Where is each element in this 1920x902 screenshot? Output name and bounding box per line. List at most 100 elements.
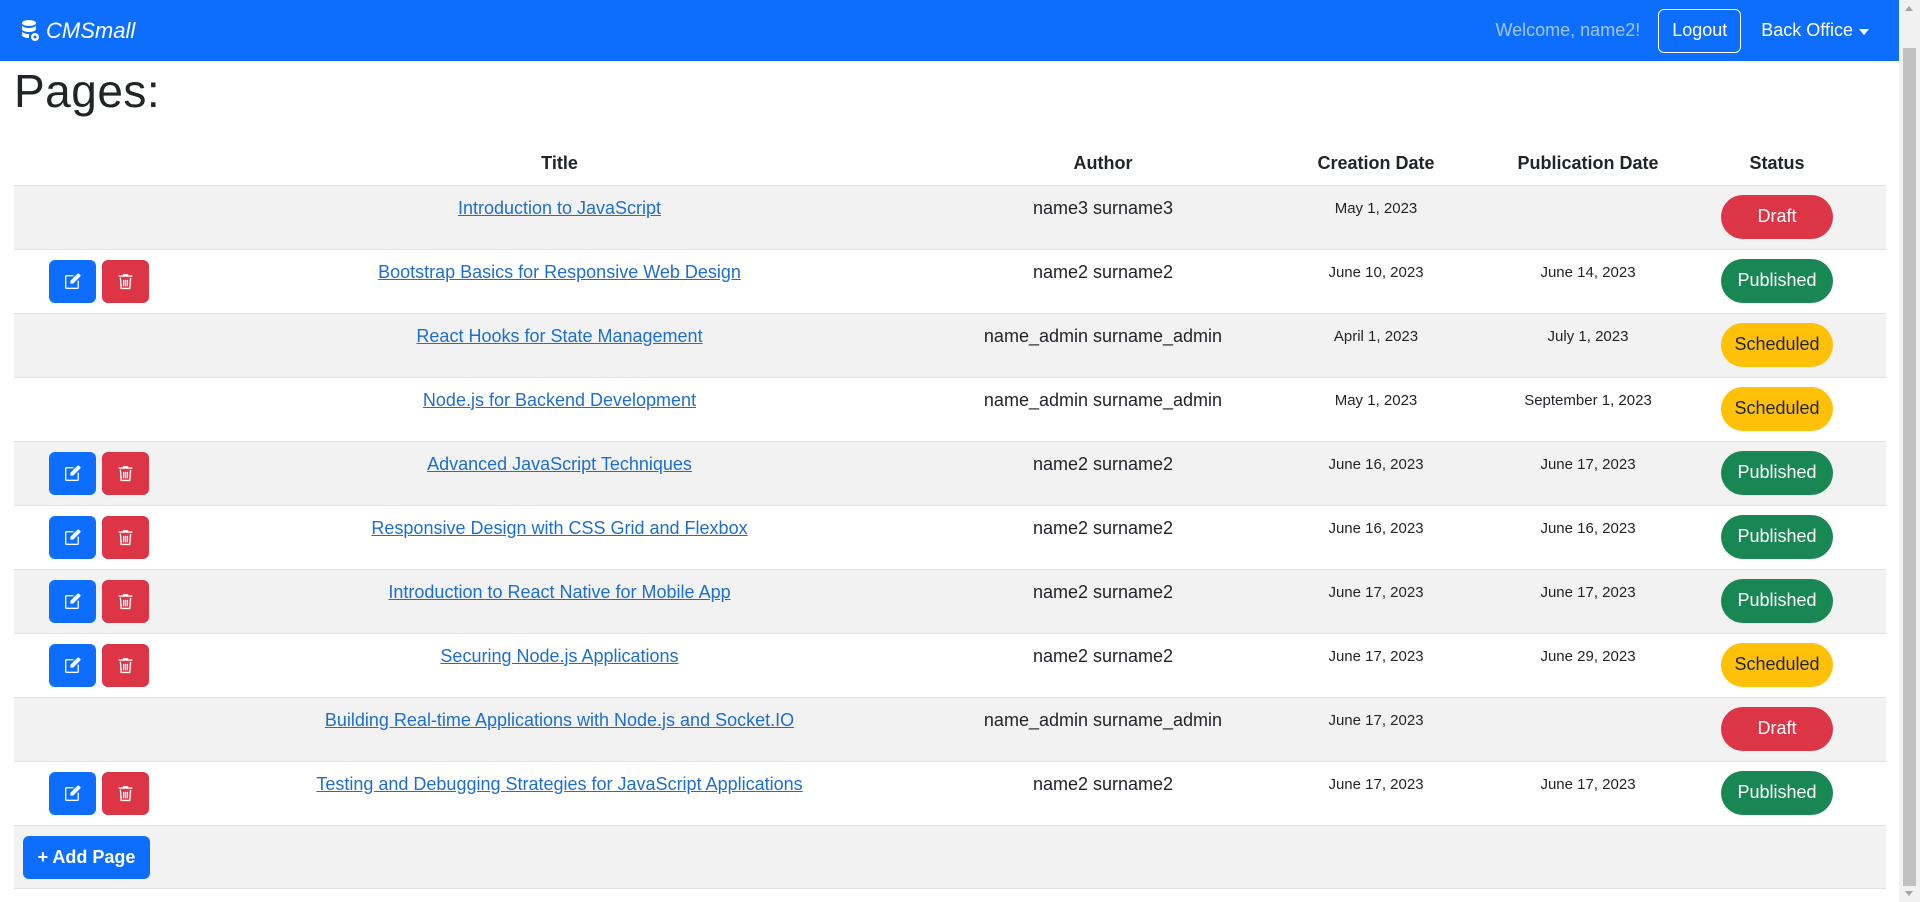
author-cell: name2 surname2 bbox=[962, 249, 1244, 314]
creation-date-text: June 17, 2023 bbox=[1328, 711, 1424, 729]
publication-date-text: July 1, 2023 bbox=[1547, 327, 1629, 345]
creation-date-cell: June 17, 2023 bbox=[1244, 761, 1508, 826]
page-title-link[interactable]: Building Real-time Applications with Nod… bbox=[325, 710, 794, 731]
title-cell: Introduction to JavaScript bbox=[157, 185, 962, 250]
row-actions bbox=[49, 259, 157, 303]
page-title-link[interactable]: Testing and Debugging Strategies for Jav… bbox=[316, 774, 802, 795]
pages-table: Title Author Creation Date Publication D… bbox=[14, 143, 1886, 889]
actions-cell bbox=[14, 313, 157, 378]
delete-page-button[interactable] bbox=[102, 515, 149, 559]
page-title-link[interactable]: Introduction to React Native for Mobile … bbox=[388, 582, 730, 603]
publication-date-cell bbox=[1508, 697, 1668, 762]
actions-cell bbox=[14, 569, 157, 634]
trash-icon bbox=[117, 273, 134, 290]
scroll-down-arrow-icon[interactable] bbox=[1905, 891, 1913, 896]
creation-date-cell: June 16, 2023 bbox=[1244, 505, 1508, 570]
creation-date-cell: June 10, 2023 bbox=[1244, 249, 1508, 314]
logout-button[interactable]: Logout bbox=[1658, 8, 1742, 53]
title-cell: Bootstrap Basics for Responsive Web Desi… bbox=[157, 249, 962, 314]
actions-cell bbox=[14, 697, 157, 762]
author-text: name2 surname2 bbox=[1032, 773, 1174, 794]
author-text: name2 surname2 bbox=[1032, 645, 1174, 666]
actions-cell bbox=[14, 633, 157, 698]
creation-date-cell: May 1, 2023 bbox=[1244, 377, 1508, 442]
status-badge: Draft bbox=[1721, 194, 1833, 239]
author-text: name2 surname2 bbox=[1032, 517, 1174, 538]
caret-down-icon bbox=[1859, 28, 1869, 35]
status-badge: Scheduled bbox=[1721, 642, 1833, 687]
creation-date-text: April 1, 2023 bbox=[1333, 327, 1419, 345]
delete-page-button[interactable] bbox=[102, 771, 149, 815]
trash-icon bbox=[117, 529, 134, 546]
status-cell: Published bbox=[1668, 249, 1886, 314]
delete-page-button[interactable] bbox=[102, 579, 149, 623]
publication-date-cell: September 1, 2023 bbox=[1508, 377, 1668, 442]
trash-icon bbox=[117, 657, 134, 674]
page-title-link[interactable]: Securing Node.js Applications bbox=[440, 646, 678, 667]
delete-page-button[interactable] bbox=[102, 259, 149, 303]
creation-date-text: June 10, 2023 bbox=[1328, 263, 1424, 281]
author-text: name2 surname2 bbox=[1032, 581, 1174, 602]
table-row: Node.js for Backend Development name_admi… bbox=[14, 377, 1886, 442]
publication-date-text: June 17, 2023 bbox=[1540, 775, 1636, 793]
status-badge: Published bbox=[1721, 770, 1833, 815]
vertical-scrollbar[interactable] bbox=[1899, 0, 1920, 902]
author-cell: name2 surname2 bbox=[962, 569, 1244, 634]
edit-page-button[interactable] bbox=[49, 451, 96, 495]
status-cell: Draft bbox=[1668, 185, 1886, 250]
page-title-link[interactable]: Node.js for Backend Development bbox=[423, 390, 696, 411]
header-publication-date: Publication Date bbox=[1508, 143, 1668, 186]
header-status: Status bbox=[1668, 143, 1886, 186]
edit-page-button[interactable] bbox=[49, 643, 96, 687]
title-cell: Building Real-time Applications with Nod… bbox=[157, 697, 962, 762]
author-cell: name2 surname2 bbox=[962, 633, 1244, 698]
row-actions bbox=[49, 579, 157, 623]
scroll-up-arrow-icon[interactable] bbox=[1905, 6, 1913, 11]
author-cell: name2 surname2 bbox=[962, 441, 1244, 506]
creation-date-cell: May 1, 2023 bbox=[1244, 185, 1508, 250]
publication-date-text: June 17, 2023 bbox=[1540, 455, 1636, 473]
table-row: React Hooks for State Management name_adm… bbox=[14, 313, 1886, 378]
status-cell: Published bbox=[1668, 505, 1886, 570]
page-title-link[interactable]: Introduction to JavaScript bbox=[458, 198, 661, 219]
actions-cell bbox=[14, 761, 157, 826]
status-cell: Published bbox=[1668, 441, 1886, 506]
brand-link[interactable]: CMSmall bbox=[20, 18, 135, 44]
back-office-dropdown[interactable]: Back Office bbox=[1761, 20, 1869, 41]
page-title-link[interactable]: React Hooks for State Management bbox=[416, 326, 702, 347]
title-cell: Testing and Debugging Strategies for Jav… bbox=[157, 761, 962, 826]
table-row: Introduction to JavaScript name3 surname3… bbox=[14, 185, 1886, 250]
delete-page-button[interactable] bbox=[102, 451, 149, 495]
edit-page-button[interactable] bbox=[49, 771, 96, 815]
creation-date-cell: June 17, 2023 bbox=[1244, 633, 1508, 698]
creation-date-cell: June 17, 2023 bbox=[1244, 569, 1508, 634]
edit-page-button[interactable] bbox=[49, 259, 96, 303]
delete-page-button[interactable] bbox=[102, 643, 149, 687]
table-footer: + Add Page bbox=[14, 825, 1886, 889]
page-title-link[interactable]: Responsive Design with CSS Grid and Flex… bbox=[371, 518, 747, 539]
edit-page-button[interactable] bbox=[49, 579, 96, 623]
title-cell: Securing Node.js Applications bbox=[157, 633, 962, 698]
author-cell: name3 surname3 bbox=[962, 185, 1244, 250]
publication-date-cell: June 29, 2023 bbox=[1508, 633, 1668, 698]
edit-page-button[interactable] bbox=[49, 515, 96, 559]
page-title-link[interactable]: Advanced JavaScript Techniques bbox=[427, 454, 692, 475]
publication-date-text: June 29, 2023 bbox=[1540, 647, 1636, 665]
add-page-button[interactable]: + Add Page bbox=[23, 835, 150, 879]
row-actions bbox=[49, 771, 157, 815]
status-badge: Scheduled bbox=[1721, 386, 1833, 431]
row-actions bbox=[49, 515, 157, 559]
publication-date-cell: June 14, 2023 bbox=[1508, 249, 1668, 314]
header-title: Title bbox=[157, 143, 962, 186]
status-cell: Draft bbox=[1668, 697, 1886, 762]
author-text: name_admin surname_admin bbox=[983, 389, 1223, 410]
author-cell: name_admin surname_admin bbox=[962, 697, 1244, 762]
row-actions bbox=[49, 643, 157, 687]
back-office-label: Back Office bbox=[1761, 20, 1853, 40]
scrollbar-thumb[interactable] bbox=[1903, 48, 1916, 886]
page-title-link[interactable]: Bootstrap Basics for Responsive Web Desi… bbox=[378, 262, 741, 283]
title-cell: React Hooks for State Management bbox=[157, 313, 962, 378]
title-cell: Node.js for Backend Development bbox=[157, 377, 962, 442]
title-cell: Advanced JavaScript Techniques bbox=[157, 441, 962, 506]
publication-date-text: September 1, 2023 bbox=[1524, 391, 1652, 409]
